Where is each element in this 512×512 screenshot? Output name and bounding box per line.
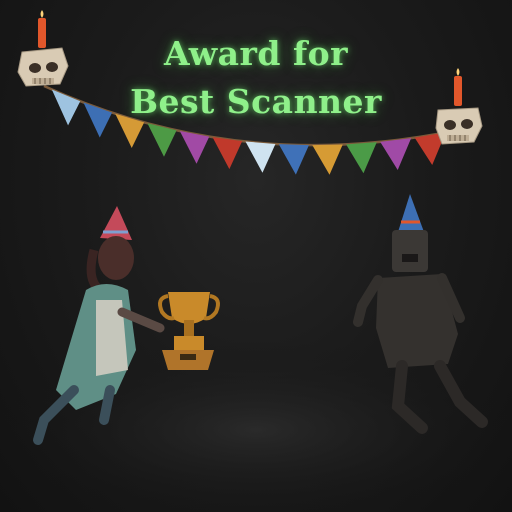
right-character-zombie-man	[353, 194, 488, 434]
game-scene: Award for Best Scanner	[0, 0, 512, 512]
party-hat-left-icon	[100, 206, 132, 240]
party-hat-right-icon	[398, 194, 424, 232]
left-character-zombie-woman	[33, 206, 165, 445]
characters-layer	[33, 194, 488, 445]
trophy-icon	[158, 292, 220, 370]
